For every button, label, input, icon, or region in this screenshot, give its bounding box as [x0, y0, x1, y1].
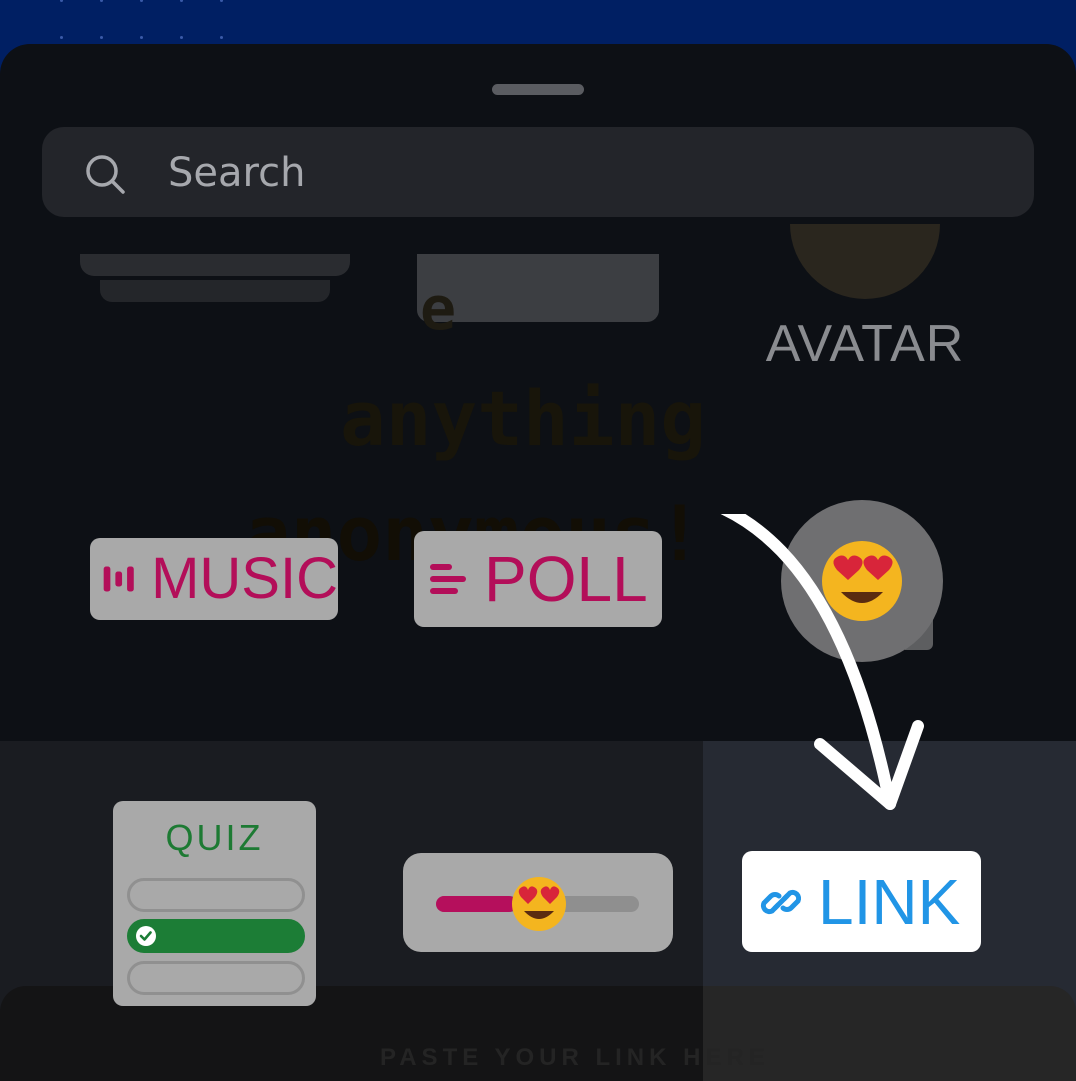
quiz-option	[127, 961, 305, 995]
avatar-sticker-label[interactable]: AVATAR	[760, 314, 970, 374]
chain-link-icon	[760, 889, 802, 914]
quiz-sticker[interactable]: QUIZ	[113, 801, 316, 1006]
search-bar[interactable]	[42, 127, 1034, 219]
music-sticker-label: MUSIC	[151, 546, 338, 611]
search-icon	[86, 155, 125, 194]
check-icon	[136, 926, 156, 946]
music-sticker[interactable]: MUSIC	[90, 538, 338, 620]
quiz-sticker-label: QUIZ	[165, 817, 264, 858]
curved-arrow-icon	[720, 514, 924, 810]
background-dot-pattern	[60, 0, 260, 44]
sheet-drag-handle[interactable]	[492, 84, 584, 95]
paste-link-hint: PASTE YOUR LINK HERE	[380, 1044, 770, 1071]
music-bars-icon	[103, 566, 134, 592]
poll-lines-icon	[430, 564, 466, 594]
faded-sticker-stack	[80, 254, 350, 276]
sticker-sheet: e anything anonymous! AVATAR MUSIC POLL …	[0, 44, 1076, 1081]
faded-avatar-image	[790, 224, 940, 299]
background-text-line1: e	[420, 274, 457, 344]
link-sticker-label: LINK	[818, 865, 961, 938]
faded-sticker-stack-base	[100, 280, 330, 302]
background-text-line2: anything	[340, 374, 707, 463]
emoji-slider-sticker[interactable]	[403, 853, 673, 952]
search-input[interactable]	[166, 127, 1010, 219]
quiz-option	[127, 878, 305, 912]
quiz-option-selected	[127, 919, 305, 953]
slider-fill	[436, 896, 518, 912]
link-sticker[interactable]: LINK	[742, 851, 981, 952]
heart-eyes-emoji-icon	[512, 877, 566, 931]
